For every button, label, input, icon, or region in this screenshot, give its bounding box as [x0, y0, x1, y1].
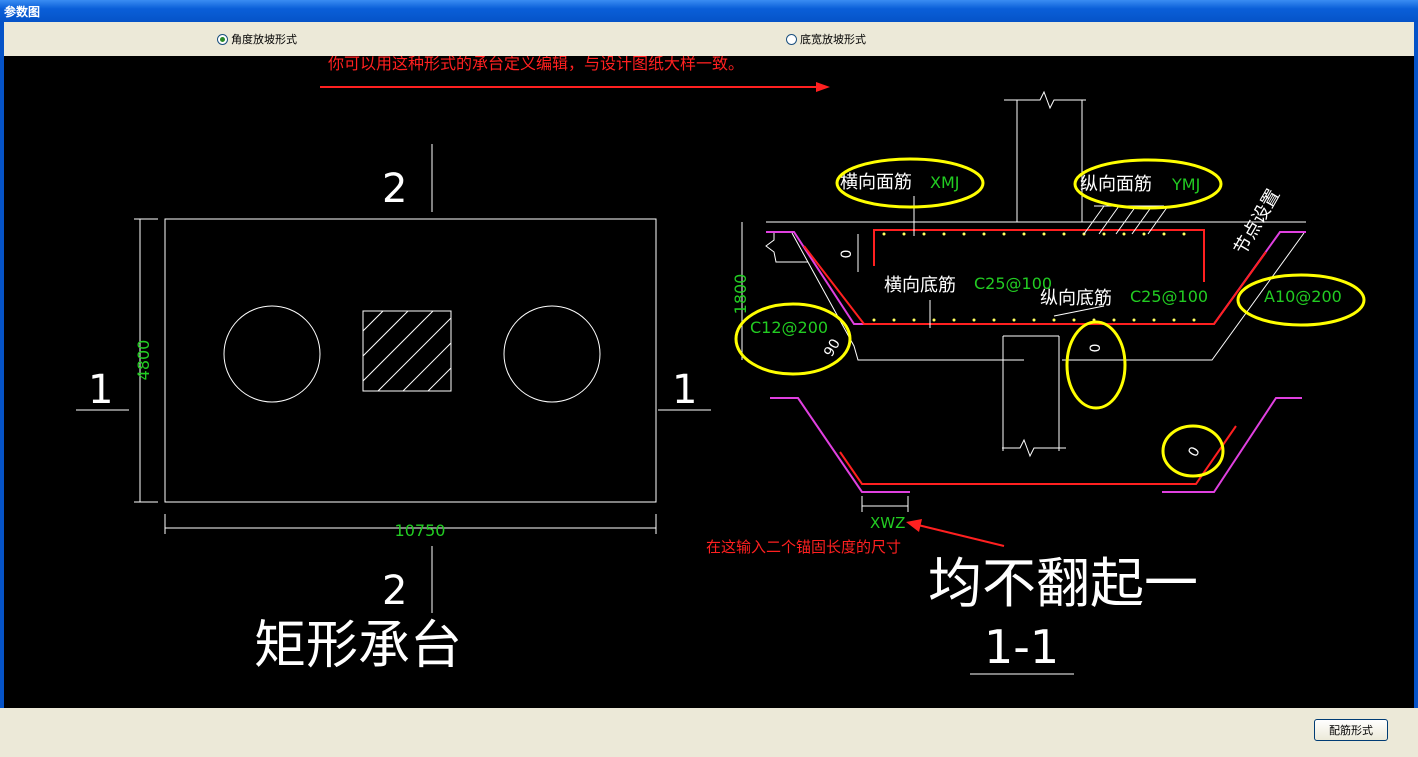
- label-stirrup: A10@200: [1264, 287, 1342, 306]
- section-mark-top: 2: [382, 166, 407, 212]
- radio-angle-slope-label: 角度放坡形式: [231, 33, 297, 46]
- drawing-canvas: 你可以用这种形式的承台定义编辑，与设计图纸大样一致。 2 2 1 1 4800: [4, 54, 1414, 708]
- rebar-bottom-dots: [872, 318, 1196, 322]
- slope-line-upper-right: [1154, 231, 1306, 325]
- column-section: [362, 310, 452, 392]
- label-ydj-cn: 纵向底筋: [1040, 288, 1112, 309]
- dim-plan-length: 10750: [395, 521, 446, 540]
- label-ydj: C25@100: [1130, 287, 1208, 306]
- label-xmj-cn: 横向面筋: [840, 172, 912, 193]
- label-xwz: XWZ: [870, 514, 905, 532]
- label-ymj-cn: 纵向面筋: [1080, 174, 1152, 195]
- rebar-form-button[interactable]: 配筋形式: [1314, 719, 1388, 741]
- dim-plan-height: 4800: [134, 340, 153, 381]
- value-zero-1: 0: [839, 250, 855, 259]
- label-xmj: XMJ: [930, 173, 959, 192]
- anchor-arrow-line: [917, 524, 1005, 547]
- pile-left: [223, 305, 321, 403]
- section-note: 均不翻起一: [928, 552, 1198, 615]
- slope-line-lower-right: [1162, 397, 1302, 493]
- slope-line-lower-left: [770, 397, 910, 493]
- hint-anchor-text: 在这输入二个锚固长度的尺寸: [706, 538, 901, 556]
- parameter-drawing: 你可以用这种形式的承台定义编辑，与设计图纸大样一致。 2 2 1 1 4800: [76, 54, 1366, 676]
- rebar-lower: [839, 425, 1237, 485]
- value-zero-2: 0: [1088, 344, 1104, 353]
- slab-break-left: [765, 232, 808, 263]
- section-title: 1-1: [984, 620, 1059, 674]
- window-title: 参数图: [4, 5, 41, 19]
- dim-section-height: 1800: [731, 274, 750, 315]
- section-mark-right: 1: [672, 367, 697, 413]
- radio-angle-slope[interactable]: 角度放坡形式: [217, 31, 297, 47]
- radio-width-slope[interactable]: 底宽放坡形式: [786, 31, 866, 47]
- hint-arrow-head: [816, 82, 830, 92]
- bottom-bar: 配筋形式: [0, 708, 1418, 757]
- label-xdj-cn: 横向底筋: [884, 275, 956, 296]
- hint-top-text: 你可以用这种形式的承台定义编辑，与设计图纸大样一致。: [328, 56, 744, 73]
- pile-right: [503, 305, 601, 403]
- radio-width-slope-label: 底宽放坡形式: [800, 33, 866, 46]
- plan-title: 矩形承台: [254, 616, 462, 676]
- option-bar: 角度放坡形式 底宽放坡形式: [4, 22, 1414, 56]
- label-side-rebar: C12@200: [750, 318, 828, 337]
- highlight-zero-2: [1065, 320, 1127, 410]
- value-ninety: 90: [821, 336, 844, 359]
- column-break-line: [1004, 90, 1086, 110]
- pile-break-line: [1002, 438, 1066, 458]
- radio-unchecked-icon[interactable]: [786, 33, 797, 45]
- column-hatch: [362, 310, 452, 392]
- section-mark-bottom: 2: [382, 568, 407, 614]
- value-zero-3: 0: [1185, 444, 1203, 460]
- plan-outline: [164, 218, 657, 503]
- radio-checked-icon[interactable]: [217, 33, 228, 45]
- rebar-top-dots: [882, 232, 1186, 236]
- label-ymj: YMJ: [1171, 175, 1200, 194]
- section-mark-left: 1: [88, 367, 113, 413]
- title-bar: 参数图: [0, 0, 1418, 22]
- anchor-arrow-head: [906, 519, 922, 532]
- window-frame-right: [1414, 22, 1418, 757]
